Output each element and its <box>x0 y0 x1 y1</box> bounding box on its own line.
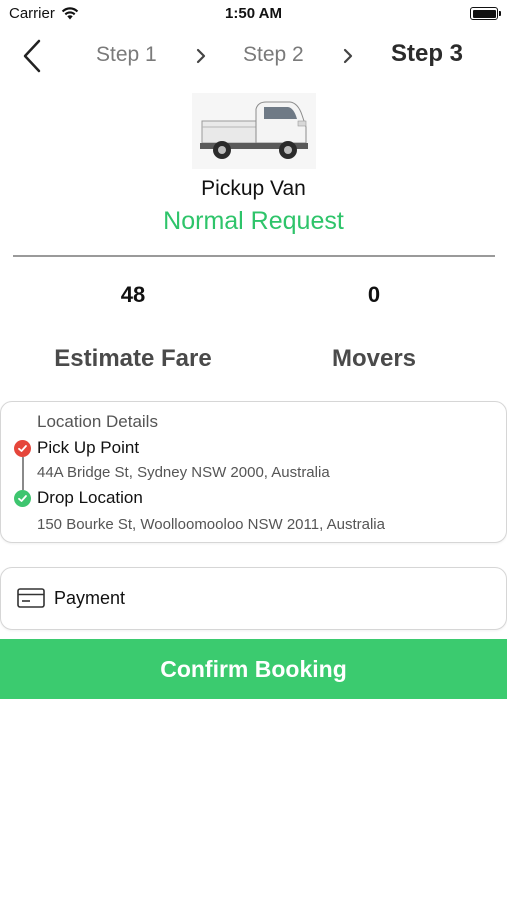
pickup-label: Pick Up Point <box>37 438 140 457</box>
step-3-label[interactable]: Step 3 <box>391 40 463 68</box>
chevron-right-icon <box>196 48 206 64</box>
pickup-check-icon <box>14 440 31 457</box>
confirm-booking-label: Confirm Booking <box>160 655 347 682</box>
vehicle-name: Pickup Van <box>201 177 306 200</box>
chevron-left-icon <box>23 39 41 73</box>
chevron-right-icon <box>343 48 353 64</box>
route-connector <box>22 457 24 490</box>
pickup-van-image <box>192 93 316 169</box>
divider <box>13 255 495 257</box>
movers-value: 0 <box>367 282 381 307</box>
location-card: Location Details Pick Up Point 44A Bridg… <box>0 401 507 543</box>
payment-label: Payment <box>54 588 126 608</box>
battery-icon <box>470 7 501 20</box>
drop-address: 150 Bourke St, Woolloomooloo NSW 2011, A… <box>37 516 385 533</box>
payment-row[interactable]: Payment <box>0 567 507 630</box>
confirm-booking-button[interactable]: Confirm Booking <box>0 639 507 699</box>
credit-card-icon <box>17 588 45 608</box>
location-title: Location Details <box>37 412 158 431</box>
status-bar: Carrier 1:50 AM <box>0 0 507 28</box>
back-button[interactable] <box>12 34 52 78</box>
movers-label: Movers <box>331 345 417 372</box>
fare-value: 48 <box>120 282 146 307</box>
step-1-label[interactable]: Step 1 <box>96 43 157 67</box>
step-nav: Step 1 Step 2 Step 3 <box>0 30 507 82</box>
fare-label: Estimate Fare <box>54 345 212 372</box>
pickup-address: 44A Bridge St, Sydney NSW 2000, Australi… <box>37 464 330 481</box>
drop-label: Drop Location <box>37 488 143 507</box>
status-time: 1:50 AM <box>225 5 282 22</box>
step-2-label[interactable]: Step 2 <box>243 43 304 67</box>
drop-check-icon <box>14 490 31 507</box>
request-type: Normal Request <box>163 207 344 235</box>
